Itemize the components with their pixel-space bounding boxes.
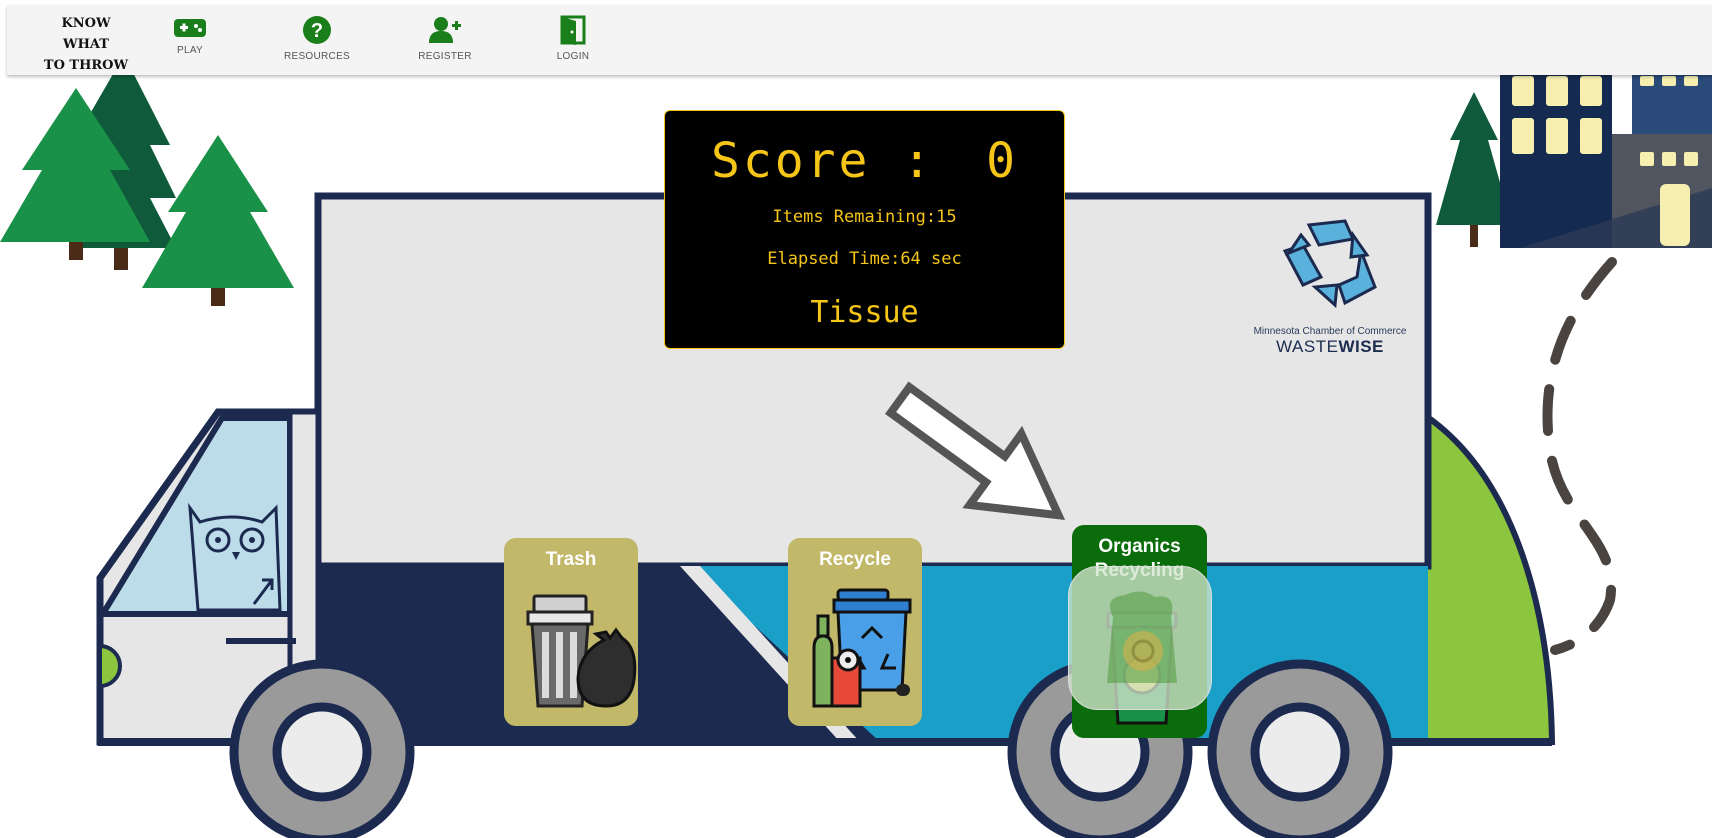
nav-login[interactable]: LOGIN	[518, 15, 628, 62]
score-value: 0	[986, 133, 1019, 189]
elapsed-time: Elapsed Time:64 sec	[665, 249, 1064, 269]
nav-play-label: PLAY	[176, 45, 204, 56]
nav-login-label: LOGIN	[556, 51, 590, 62]
door-icon	[560, 15, 586, 45]
tissue-icon	[1107, 591, 1177, 683]
sponsor-brand-bold: WISE	[1338, 337, 1384, 356]
elapsed-time-value: 64 sec	[900, 249, 962, 269]
trash-bin-label: Trash	[545, 549, 597, 570]
user-plus-icon	[429, 17, 461, 43]
trash-bin[interactable]: Trash	[504, 538, 638, 726]
wastewise-logo: Minnesota Chamber of Commerce WASTEWISE	[1250, 215, 1410, 357]
sponsor-brand: WASTEWISE	[1250, 337, 1410, 357]
current-item-name: Tissue	[810, 295, 919, 330]
score-display: Score : 0	[665, 133, 1064, 189]
trash-can-icon	[526, 594, 637, 708]
recycle-bin-label: Recycle	[819, 549, 891, 570]
brand-logo[interactable]: KNOW WHAT TO THROW	[41, 13, 131, 76]
top-navbar: KNOW WHAT TO THROW PLAY ? RESOURCES REGI…	[7, 5, 1712, 75]
recycle-bin-icon	[812, 588, 912, 708]
dashed-path	[1542, 257, 1617, 655]
elapsed-time-label: Elapsed Time:	[767, 249, 901, 269]
recycle-bin[interactable]: Recycle	[788, 538, 922, 726]
question-circle-icon: ?	[303, 16, 331, 44]
nav-resources[interactable]: ? RESOURCES	[262, 15, 372, 62]
nav-register[interactable]: REGISTER	[390, 15, 500, 62]
brand-line: KNOW	[61, 16, 111, 31]
nav-play[interactable]: PLAY	[135, 17, 245, 56]
brand-line: TO THROW	[43, 58, 129, 73]
pine-trees-left	[0, 55, 294, 306]
nav-register-label: REGISTER	[418, 51, 472, 62]
items-remaining: Items Remaining:15	[665, 207, 1064, 227]
nav-resources-label: RESOURCES	[283, 51, 351, 62]
score-label: Score :	[710, 133, 935, 189]
items-remaining-label: Items Remaining:	[772, 207, 937, 227]
svg-text:?: ?	[311, 20, 323, 42]
city-buildings	[1500, 70, 1712, 248]
brand-line: WHAT	[63, 37, 109, 52]
sponsor-brand-light: WASTE	[1276, 337, 1339, 356]
sponsor-org: Minnesota Chamber of Commerce	[1253, 326, 1407, 337]
items-remaining-value: 15	[936, 207, 957, 227]
draggable-item-card[interactable]	[1068, 566, 1212, 710]
gamepad-icon	[174, 19, 206, 37]
scoreboard-panel: Score : 0 Items Remaining:15 Elapsed Tim…	[664, 110, 1065, 349]
recycle-arrows-icon	[1282, 219, 1377, 309]
